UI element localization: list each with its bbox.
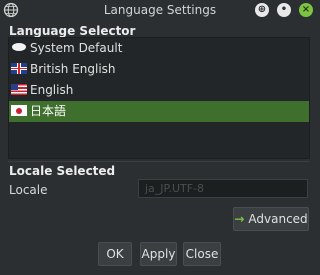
speech-bubble-icon xyxy=(11,42,27,53)
locale-field[interactable]: ja_JP.UTF-8 xyxy=(138,179,308,198)
language-item-japanese[interactable]: 日本語 xyxy=(9,101,309,122)
language-list[interactable]: System Default British English English 日… xyxy=(8,37,310,159)
ok-button[interactable]: OK xyxy=(98,242,132,266)
pin-icon[interactable]: ⊕ xyxy=(255,3,269,17)
uk-flag-icon xyxy=(11,63,27,74)
section-divider xyxy=(8,161,310,162)
locale-label: Locale xyxy=(9,183,48,197)
close-button[interactable]: Close xyxy=(183,242,221,266)
language-item-label: System Default xyxy=(30,41,123,55)
language-item-label: 日本語 xyxy=(30,104,67,118)
advanced-label: Advanced xyxy=(248,212,308,226)
language-selector-heading: Language Selector xyxy=(9,24,136,38)
language-item-british-english[interactable]: British English xyxy=(9,59,309,80)
minimize-icon[interactable]: • xyxy=(277,3,291,17)
arrow-right-icon: → xyxy=(234,212,245,226)
us-flag-icon xyxy=(11,84,27,95)
language-item-system-default[interactable]: System Default xyxy=(9,38,309,59)
title-bar: Language Settings ⊕ • × xyxy=(0,0,320,20)
advanced-button[interactable]: → Advanced xyxy=(233,207,309,231)
language-item-label: British English xyxy=(30,62,116,76)
window-title: Language Settings xyxy=(103,3,217,17)
language-item-english[interactable]: English xyxy=(9,80,309,101)
locale-selected-heading: Locale Selected xyxy=(9,164,116,178)
language-item-label: English xyxy=(30,83,74,97)
japan-flag-icon xyxy=(11,105,27,116)
apply-button[interactable]: Apply xyxy=(140,242,177,266)
close-window-icon[interactable]: × xyxy=(299,3,313,17)
